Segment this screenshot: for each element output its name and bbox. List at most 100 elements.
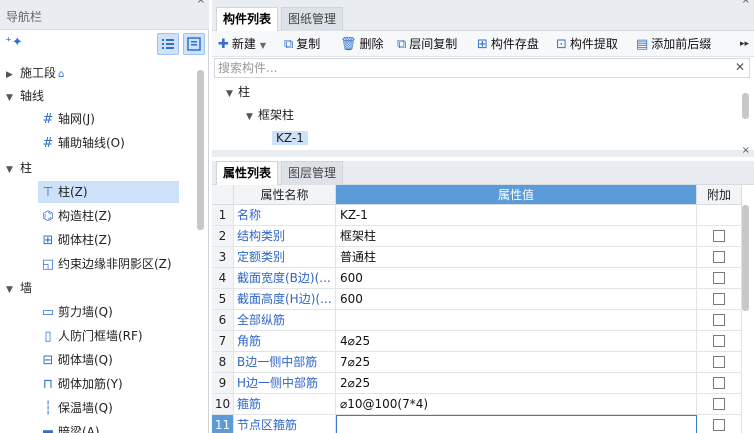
delete-icon: 🗑 [340, 37, 357, 52]
nav-item-axis-grid[interactable]: # 轴网(J) [38, 108, 95, 130]
nav-group-column[interactable]: ▼ 柱 [6, 157, 32, 179]
nav-item-masonry-wall[interactable]: ⊟ 砌体墙(Q) [38, 349, 113, 371]
property-value[interactable]: ⌀10@100(7*4) [336, 394, 697, 415]
close-icon[interactable]: × [742, 145, 750, 156]
row-number: 9 [212, 373, 234, 394]
component-scrollbar[interactable] [742, 93, 749, 119]
property-value[interactable]: 框架柱 [336, 226, 697, 247]
tree-node-column[interactable]: ▼ 柱 [226, 81, 250, 103]
property-row[interactable]: 10 箍筋 ⌀10@100(7*4) [212, 394, 742, 415]
nav-item-door-frame-wall[interactable]: ▯ 人防门框墙(RF) [38, 325, 142, 347]
extra-checkbox[interactable] [713, 418, 725, 431]
collapse-arrow-icon[interactable]: ▼ [246, 106, 258, 128]
property-value[interactable]: KZ-1 [336, 205, 697, 226]
close-icon[interactable]: × [742, 0, 750, 6]
more-toolbar-icon[interactable]: ▸▸ [740, 31, 749, 57]
new-button[interactable]: ✚ 新建 ▼ [218, 31, 266, 57]
property-row[interactable]: 11 节点区箍筋 [212, 415, 742, 433]
chevron-down-icon[interactable]: ▼ [260, 41, 266, 50]
property-value[interactable] [336, 310, 697, 331]
tab-property-list[interactable]: 属性列表 [216, 161, 279, 185]
property-row[interactable]: 5 截面高度(H边)(... 600 [212, 289, 742, 310]
tab-layer-management[interactable]: 图层管理 [281, 161, 344, 185]
nav-item-shear-wall[interactable]: ▭ 剪力墙(Q) [38, 301, 113, 323]
extra-checkbox[interactable] [713, 334, 725, 347]
extra-checkbox[interactable] [713, 355, 725, 368]
list-view-button[interactable] [157, 33, 179, 55]
extract-component-button[interactable]: ⊡ 构件提取 [556, 31, 618, 57]
property-value[interactable]: 600 [336, 289, 697, 310]
nav-item-column[interactable]: ⊤ 柱(Z) [38, 181, 179, 203]
nav-item-aux-axis[interactable]: # 辅助轴线(O) [38, 132, 125, 154]
masonry-column-icon: ⊞ [42, 233, 54, 248]
detail-view-button[interactable] [183, 33, 205, 55]
property-name: 全部纵筋 [234, 310, 336, 331]
collapse-arrow-icon[interactable]: ▼ [6, 159, 20, 181]
property-value[interactable]: 4⌀25 [336, 331, 697, 352]
copy-button[interactable]: ⧉ 复制 [284, 31, 320, 57]
extra-checkbox[interactable] [713, 397, 725, 410]
tab-drawing-management[interactable]: 图纸管理 [281, 7, 344, 31]
property-extra [697, 394, 742, 415]
extra-checkbox[interactable] [713, 313, 725, 326]
masonry-rebar-icon: ⊓ [42, 377, 54, 392]
tree-node-kz1[interactable]: KZ-1 [272, 127, 308, 149]
property-row[interactable]: 6 全部纵筋 [212, 310, 742, 331]
extra-checkbox[interactable] [713, 292, 725, 305]
close-icon[interactable]: ✕ [735, 60, 745, 74]
nav-item-constructional-column[interactable]: ⌬ 构造柱(Z) [38, 205, 111, 227]
nav-item-masonry-rebar[interactable]: ⊓ 砌体加筋(Y) [38, 373, 123, 395]
shear-wall-icon: ▭ [41, 305, 55, 320]
nav-scrollbar[interactable] [197, 70, 204, 230]
property-row[interactable]: 4 截面宽度(B边)(... 600 [212, 268, 742, 289]
property-name: 截面高度(H边)(... [234, 289, 336, 310]
extra-checkbox[interactable] [713, 271, 725, 284]
save-component-icon: ⊞ [477, 37, 488, 52]
property-row[interactable]: 2 结构类别 框架柱 [212, 226, 742, 247]
property-name: 角筋 [234, 331, 336, 352]
delete-button[interactable]: 🗑 删除 [340, 31, 384, 57]
property-grid-header: 属性名称 属性值 附加 [212, 185, 742, 205]
nav-item-insulation-wall[interactable]: ┆ 保温墙(Q) [38, 397, 113, 419]
component-search-input[interactable] [215, 59, 715, 77]
property-value[interactable]: 600 [336, 268, 697, 289]
collapse-arrow-icon[interactable]: ▼ [6, 279, 20, 301]
nav-toolbar: ⁺✦ [0, 30, 209, 58]
row-number: 3 [212, 247, 234, 268]
layer-copy-button[interactable]: ⧉ 层间复制 [397, 31, 457, 57]
prefix-suffix-button[interactable]: ▤ 添加前后缀 [636, 31, 711, 57]
property-row[interactable]: 1 名称 KZ-1 [212, 205, 742, 226]
property-extra [697, 289, 742, 310]
extra-checkbox[interactable] [713, 250, 725, 263]
nav-group-axis[interactable]: ▼ 轴线 [6, 85, 44, 107]
expand-arrow-icon[interactable]: ▶ [6, 64, 20, 86]
property-row[interactable]: 9 H边一侧中部筋 2⌀25 [212, 373, 742, 394]
property-row[interactable]: 3 定额类别 普通柱 [212, 247, 742, 268]
nav-item-masonry-column[interactable]: ⊞ 砌体柱(Z) [38, 229, 112, 251]
navigation-panel: × 导航栏 ⁺✦ ▶ 施工段 ⌂ ▼ 轴线 # 轴网(J) # 辅助轴线(O) ▼ 柱 [0, 0, 209, 433]
nav-item-hidden-beam[interactable]: ▬ 暗梁(A) [38, 421, 100, 433]
property-extra [697, 268, 742, 289]
collapse-arrow-icon[interactable]: ▼ [6, 87, 20, 109]
tab-component-list[interactable]: 构件列表 [216, 7, 279, 31]
extra-checkbox[interactable] [713, 376, 725, 389]
property-row[interactable]: 8 B边一侧中部筋 7⌀25 [212, 352, 742, 373]
property-value[interactable]: 2⌀25 [336, 373, 697, 394]
row-number: 8 [212, 352, 234, 373]
copy-icon: ⧉ [284, 37, 294, 52]
property-row[interactable]: 7 角筋 4⌀25 [212, 331, 742, 352]
property-value[interactable]: 普通柱 [336, 247, 697, 268]
save-component-button[interactable]: ⊞ 构件存盘 [477, 31, 539, 57]
add-icon[interactable]: ⁺✦ [5, 35, 23, 50]
collapse-arrow-icon[interactable]: ▼ [226, 83, 238, 105]
property-scrollbar[interactable] [742, 205, 749, 311]
hidden-beam-icon: ▬ [41, 425, 55, 433]
nav-group-wall[interactable]: ▼ 墙 [6, 277, 32, 299]
property-value[interactable] [336, 415, 697, 433]
nav-item-edge-zone[interactable]: ◱ 约束边缘非阴影区(Z) [38, 253, 172, 275]
grid-icon: # [42, 136, 54, 151]
nav-group-construction-stage[interactable]: ▶ 施工段 ⌂ [6, 62, 64, 84]
property-value[interactable]: 7⌀25 [336, 352, 697, 373]
tree-node-frame-column[interactable]: ▼ 框架柱 [246, 104, 294, 126]
extra-checkbox[interactable] [713, 229, 725, 242]
